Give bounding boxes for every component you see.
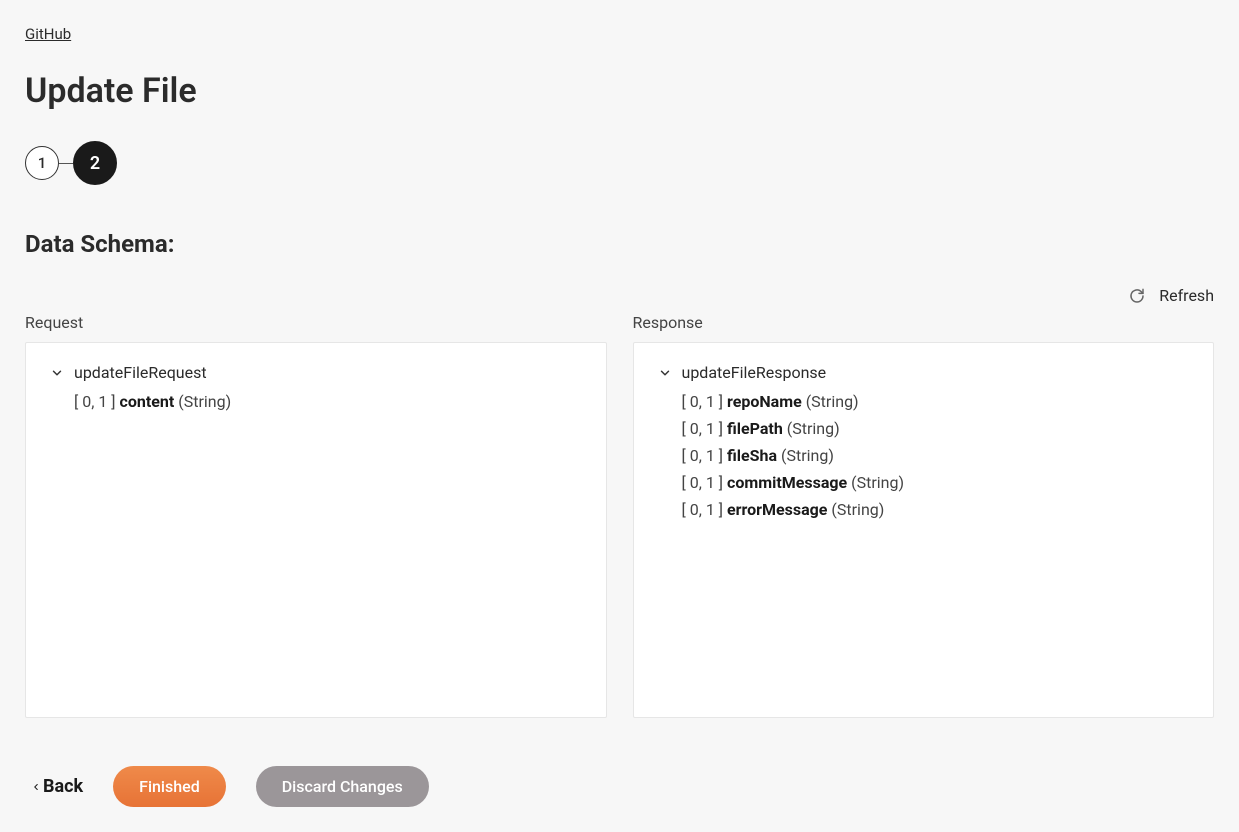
discard-changes-button[interactable]: Discard Changes	[256, 766, 429, 807]
field-type: (String)	[827, 500, 884, 519]
schema-field[interactable]: [ 0, 1 ] repoName (String)	[682, 392, 1190, 411]
response-column: Response updateFileResponse [ 0, 1 ] rep…	[633, 313, 1215, 718]
chevron-left-icon	[31, 780, 41, 794]
field-cardinality: [ 0, 1 ]	[682, 446, 728, 465]
chevron-down-icon	[658, 366, 672, 380]
field-name: errorMessage	[727, 500, 827, 519]
page-title: Update File	[25, 71, 1214, 111]
field-cardinality: [ 0, 1 ]	[682, 500, 728, 519]
field-cardinality: [ 0, 1 ]	[682, 473, 728, 492]
section-title-data-schema: Data Schema:	[25, 230, 1214, 258]
field-name: fileSha	[727, 446, 777, 465]
request-label: Request	[25, 313, 607, 332]
field-name: content	[120, 392, 175, 411]
request-column: Request updateFileRequest [ 0, 1 ] conte…	[25, 313, 607, 718]
response-root-node[interactable]: updateFileResponse	[658, 363, 1190, 382]
response-label: Response	[633, 313, 1215, 332]
request-root-node[interactable]: updateFileRequest	[50, 363, 582, 382]
refresh-button[interactable]: Refresh	[25, 286, 1214, 305]
schema-field[interactable]: [ 0, 1 ] errorMessage (String)	[682, 500, 1190, 519]
field-type: (String)	[802, 392, 859, 411]
response-schema-box: updateFileResponse [ 0, 1 ] repoName (St…	[633, 342, 1215, 718]
step-2[interactable]: 2	[73, 141, 117, 185]
response-fields: [ 0, 1 ] repoName (String)[ 0, 1 ] fileP…	[682, 392, 1190, 519]
schema-columns: Request updateFileRequest [ 0, 1 ] conte…	[25, 313, 1214, 718]
field-name: filePath	[727, 419, 783, 438]
field-name: commitMessage	[727, 473, 847, 492]
chevron-down-icon	[50, 366, 64, 380]
breadcrumb-github[interactable]: GitHub	[25, 25, 71, 43]
refresh-icon	[1129, 288, 1145, 304]
request-schema-box: updateFileRequest [ 0, 1 ] content (Stri…	[25, 342, 607, 718]
stepper: 1 2	[25, 141, 1214, 185]
schema-field[interactable]: [ 0, 1 ] fileSha (String)	[682, 446, 1190, 465]
step-1[interactable]: 1	[25, 146, 59, 180]
field-cardinality: [ 0, 1 ]	[682, 419, 728, 438]
schema-field[interactable]: [ 0, 1 ] commitMessage (String)	[682, 473, 1190, 492]
field-type: (String)	[783, 419, 840, 438]
back-label: Back	[43, 776, 83, 797]
field-type: (String)	[847, 473, 904, 492]
step-connector	[59, 163, 73, 164]
request-fields: [ 0, 1 ] content (String)	[74, 392, 582, 411]
field-type: (String)	[777, 446, 834, 465]
finished-button[interactable]: Finished	[113, 766, 226, 807]
request-root-label: updateFileRequest	[74, 363, 207, 382]
field-type: (String)	[174, 392, 231, 411]
footer-actions: Back Finished Discard Changes	[25, 766, 1214, 807]
field-name: repoName	[727, 392, 802, 411]
schema-field[interactable]: [ 0, 1 ] content (String)	[74, 392, 582, 411]
field-cardinality: [ 0, 1 ]	[74, 392, 120, 411]
response-root-label: updateFileResponse	[682, 363, 827, 382]
schema-field[interactable]: [ 0, 1 ] filePath (String)	[682, 419, 1190, 438]
refresh-label: Refresh	[1159, 286, 1214, 305]
back-button[interactable]: Back	[31, 776, 83, 797]
field-cardinality: [ 0, 1 ]	[682, 392, 728, 411]
